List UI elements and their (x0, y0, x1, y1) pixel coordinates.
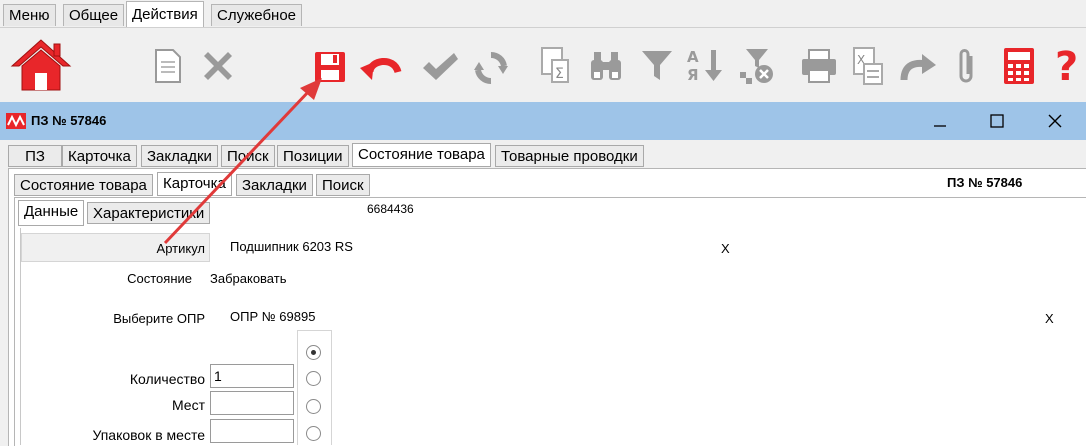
minimize-icon[interactable] (927, 108, 953, 134)
tab-goods-state[interactable]: Состояние товара (352, 143, 491, 167)
svg-text:А: А (687, 48, 699, 66)
packages-label: Упаковок в месте (92, 427, 205, 443)
menu-tab-service[interactable]: Служебное (211, 4, 303, 26)
state-value: Забраковать (210, 271, 287, 286)
clear-filter-icon[interactable] (738, 46, 776, 86)
refresh-icon[interactable] (473, 50, 509, 86)
inner-tab-data[interactable]: Данные (18, 200, 85, 226)
tab-pz[interactable]: ПЗ (8, 145, 62, 167)
menu-tab-actions[interactable]: Действия (126, 1, 204, 27)
export-excel-icon[interactable]: X (852, 46, 884, 86)
sub-header-title: ПЗ № 57846 (947, 175, 1023, 190)
window-titlebar: ПЗ № 57846 (0, 102, 1086, 140)
menu-tab-menu[interactable]: Меню (3, 4, 56, 26)
window-title: ПЗ № 57846 (31, 113, 107, 128)
tab-goods-postings[interactable]: Товарные проводки (495, 145, 644, 167)
filter-icon[interactable] (640, 48, 674, 84)
sub-tabbar: Состояние товара Карточка Закладки Поиск (0, 172, 1086, 196)
radio-option-places[interactable] (306, 399, 321, 414)
close-icon[interactable] (1042, 108, 1068, 134)
quantity-input[interactable] (210, 364, 294, 388)
radio-option-packages[interactable] (306, 426, 321, 441)
quantity-label: Количество (129, 371, 205, 387)
subtab-search[interactable]: Поиск (316, 174, 370, 196)
tab-positions[interactable]: Позиции (277, 145, 349, 167)
confirm-icon[interactable] (420, 50, 460, 84)
calculator-icon[interactable] (1002, 46, 1036, 86)
delete-icon[interactable] (200, 48, 236, 84)
new-document-icon[interactable] (154, 48, 182, 84)
svg-text:Σ: Σ (555, 66, 564, 82)
home-icon[interactable] (10, 36, 72, 94)
packages-input[interactable] (210, 419, 294, 443)
main-tabbar: ПЗ Карточка Закладки Поиск Позиции Состо… (0, 143, 1086, 167)
tab-card[interactable]: Карточка (62, 145, 137, 167)
save-icon[interactable] (313, 50, 347, 84)
opr-clear-button[interactable]: X (1045, 311, 1054, 326)
article-value: Подшипник 6203 RS (230, 239, 353, 254)
toolbar: Σ А Я X ? (0, 27, 1086, 103)
subtab-goods-state[interactable]: Состояние товара (14, 174, 153, 196)
forward-icon[interactable] (898, 50, 938, 86)
tab-bookmarks[interactable]: Закладки (141, 145, 218, 167)
printer-icon[interactable] (800, 48, 838, 84)
opr-value: ОПР № 69895 (230, 309, 316, 324)
svg-text:?: ? (1055, 44, 1078, 86)
binoculars-icon[interactable] (588, 48, 624, 84)
opr-label: Выберите ОПР (113, 311, 205, 326)
attachment-icon[interactable] (955, 46, 979, 86)
sort-icon[interactable]: А Я (686, 46, 724, 84)
article-label: Артикул (156, 241, 205, 256)
record-id: 6684436 (363, 199, 435, 223)
places-input[interactable] (210, 391, 294, 415)
svg-text:Я: Я (687, 66, 699, 84)
maximize-icon[interactable] (984, 108, 1010, 134)
article-clear-button[interactable]: X (721, 241, 730, 256)
app-logo-icon (6, 113, 26, 129)
inner-tabbar: Данные Характеристики (0, 200, 1086, 226)
tab-search[interactable]: Поиск (221, 145, 275, 167)
radio-option-1[interactable] (306, 345, 321, 360)
menu-tabbar: Меню Общее Действия Служебное (0, 0, 1086, 27)
sum-report-icon[interactable]: Σ (540, 46, 570, 84)
subtab-card[interactable]: Карточка (157, 172, 232, 196)
places-label: Мест (171, 397, 205, 413)
inner-tab-characteristics[interactable]: Характеристики (87, 202, 211, 224)
state-label: Состояние (127, 271, 192, 286)
help-icon[interactable]: ? (1054, 44, 1082, 86)
undo-icon[interactable] (358, 50, 402, 86)
menu-tab-general[interactable]: Общее (63, 4, 125, 26)
radio-option-quantity[interactable] (306, 371, 321, 386)
subtab-bookmarks[interactable]: Закладки (236, 174, 313, 196)
